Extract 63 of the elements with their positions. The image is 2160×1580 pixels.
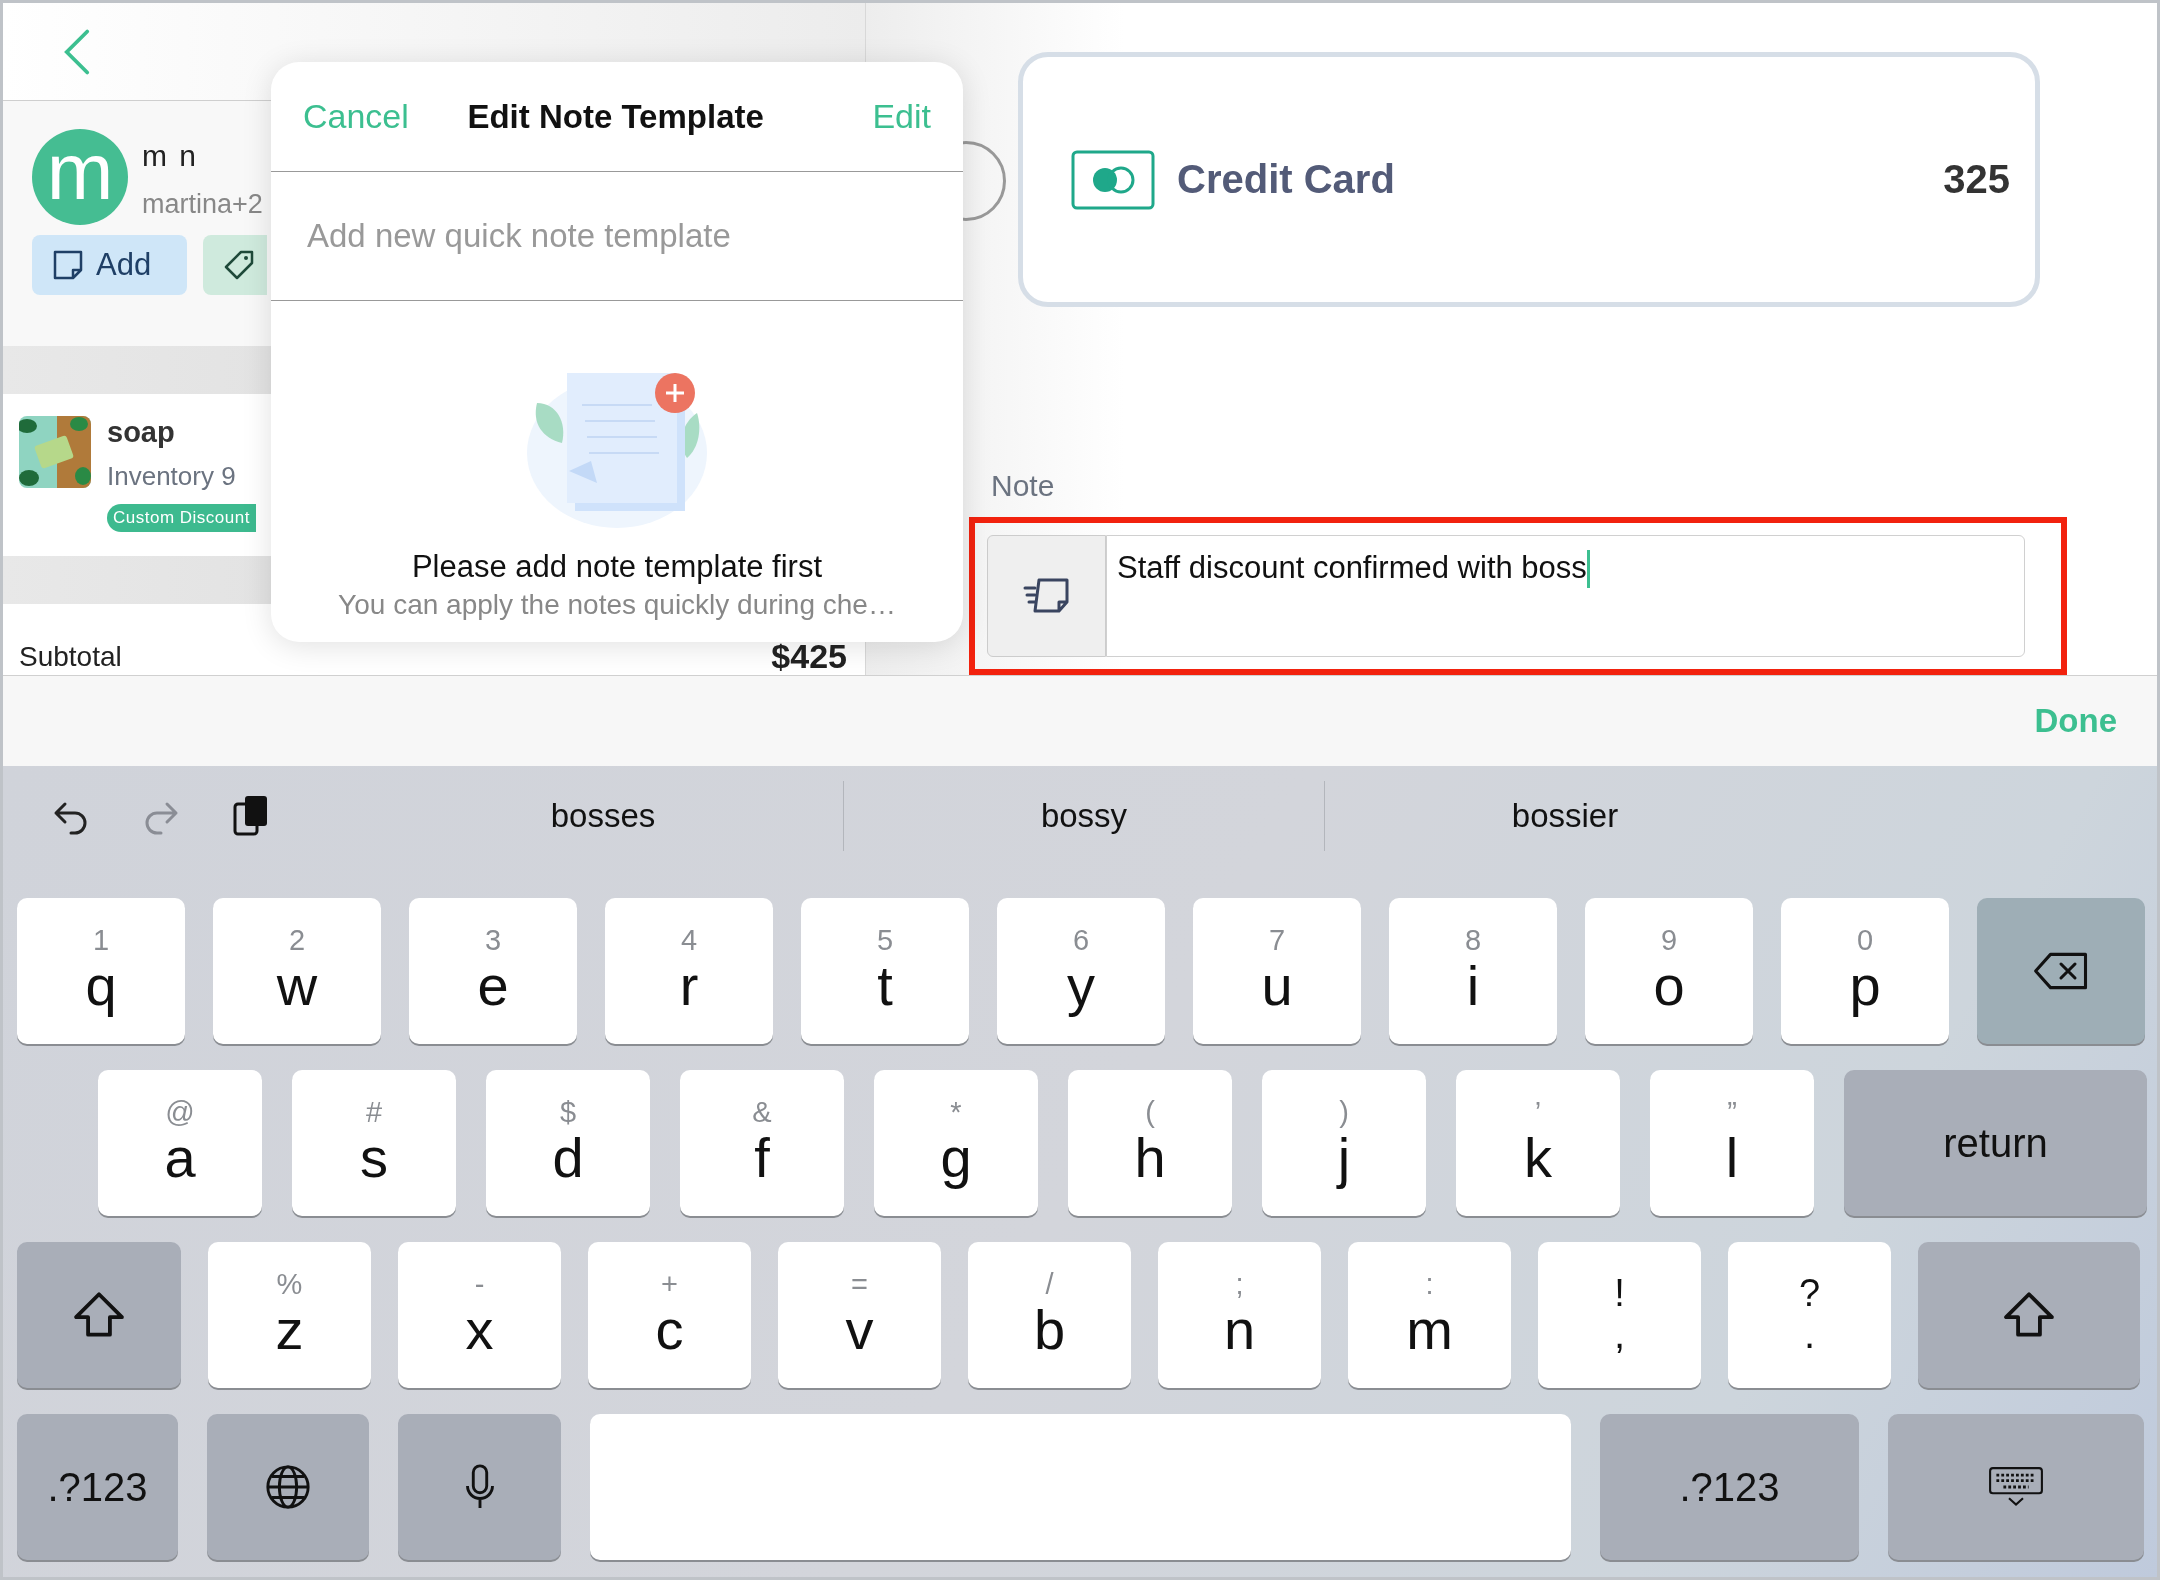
suggestion[interactable]: bossier [1325,796,1805,836]
letter-key[interactable]: / b [968,1242,1131,1388]
suggestion[interactable]: bossy [844,796,1324,836]
popover-title: Edit Note Template [467,97,764,136]
letter-key[interactable]: 0 p [1781,898,1949,1044]
letter-key[interactable]: % z [208,1242,371,1388]
letter-key[interactable]: ) j [1262,1070,1426,1216]
letter-key[interactable]: 7 u [1193,898,1361,1044]
letter-key[interactable]: * g [874,1070,1038,1216]
letter-key[interactable]: ’ k [1456,1070,1620,1216]
letter-key[interactable]: @ a [98,1070,262,1216]
return-key[interactable]: return [1844,1070,2147,1216]
letter-key[interactable]: & f [680,1070,844,1216]
letter-key[interactable]: 5 t [801,898,969,1044]
empty-state-text: You can apply the notes quickly during che… [338,589,896,621]
note-icon [52,249,84,281]
letter-key[interactable]: : m [1348,1242,1511,1388]
letter-key[interactable]: 2 w [213,898,381,1044]
letter-key[interactable]: 3 e [409,898,577,1044]
letter-key[interactable]: ; n [1158,1242,1321,1388]
shift-key[interactable] [17,1242,181,1388]
tag-button[interactable] [203,235,267,295]
quick-note-icon [1022,576,1071,616]
letter-key[interactable]: ( h [1068,1070,1232,1216]
globe-key[interactable] [207,1414,369,1560]
customer-name: m n [142,139,199,173]
letter-key[interactable]: - x [398,1242,561,1388]
punctuation-key[interactable]: ! , [1538,1242,1701,1388]
note-label: Note [991,469,1055,503]
letter-key[interactable]: = v [778,1242,941,1388]
letter-key[interactable]: 1 q [17,898,185,1044]
letter-key[interactable]: # s [292,1070,456,1216]
empty-state-title: Please add note template first [411,549,823,585]
payment-method: Credit Card [1177,157,1396,202]
letter-key[interactable]: + c [588,1242,751,1388]
discount-badge: Custom Discount [107,504,256,532]
punctuation-key[interactable]: ? . [1728,1242,1891,1388]
payment-amount: 325 [1943,157,2010,202]
inventory-count: Inventory 9 [107,461,237,492]
letter-key[interactable]: 4 r [605,898,773,1044]
delete-key[interactable] [1977,898,2145,1044]
letter-key[interactable]: ” l [1650,1070,1814,1216]
template-input-field[interactable]: Add new quick note template [271,172,963,301]
shift-icon [2001,1291,2057,1339]
credit-card-icon [1071,149,1155,210]
shift-icon [71,1291,127,1339]
subtotal-label: Subtotal [19,641,122,673]
letter-key[interactable]: 9 o [1585,898,1753,1044]
letter-key[interactable]: 8 i [1389,898,1557,1044]
note-template-button[interactable] [987,535,1106,657]
tag-icon [223,249,255,281]
add-note-button[interactable]: Add [32,235,187,295]
payment-card[interactable]: Credit Card 325 [1018,52,2040,307]
item-name: soap [107,416,176,449]
numbers-key[interactable]: .?123 [1600,1414,1859,1560]
subtotal-value: $425 [771,639,847,673]
customer-email: martina+2 [142,189,263,220]
suggestion[interactable]: bosses [363,796,843,836]
letter-key[interactable]: 6 y [997,898,1165,1044]
numbers-key[interactable]: .?123 [17,1414,178,1560]
note-field[interactable]: Staff discount confirmed with boss [1106,535,2025,657]
letter-key[interactable]: $ d [486,1070,650,1216]
avatar: m [32,129,128,225]
